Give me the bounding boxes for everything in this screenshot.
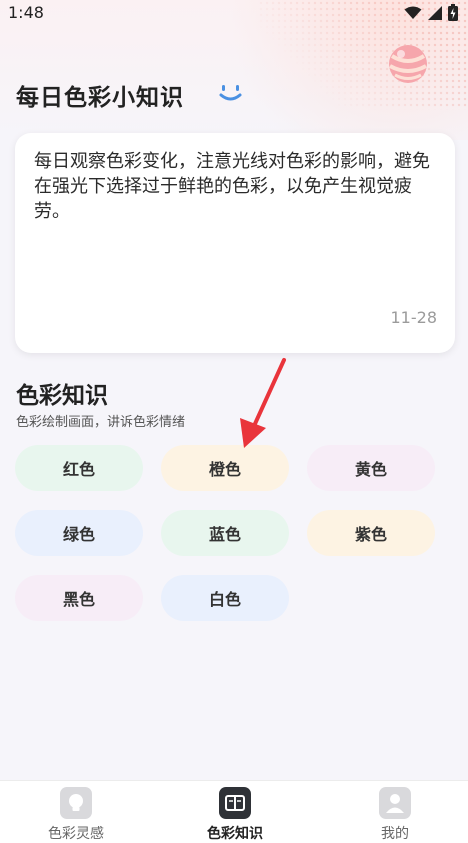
section-subtitle: 色彩绘制画面，讲诉色彩情绪: [16, 415, 186, 430]
daily-tip-date: 11-28: [390, 308, 438, 327]
battery-icon: [448, 4, 458, 21]
signal-icon: [428, 5, 442, 20]
color-chip-purple[interactable]: 紫色: [307, 510, 435, 556]
color-chip-yellow[interactable]: 黄色: [307, 445, 435, 491]
nav-label-inspiration: 色彩灵感: [48, 826, 104, 842]
status-icons: [404, 4, 458, 21]
nav-label-knowledge: 色彩知识: [207, 826, 263, 842]
lightbulb-icon: [60, 787, 92, 819]
nav-item-inspiration[interactable]: 色彩灵感: [26, 787, 126, 843]
annotation-arrow-icon: [240, 358, 286, 448]
wifi-icon: [404, 6, 422, 19]
person-icon: [379, 787, 411, 819]
daily-tip-text: 每日观察色彩变化，注意光线对色彩的影响，避免在强光下选择过于鲜艳的色彩，以免产生…: [34, 151, 430, 222]
decorative-ball-icon: [389, 45, 427, 83]
page-title: 每日色彩小知识: [16, 85, 184, 111]
status-bar: 1:48: [0, 0, 468, 26]
nav-item-mine[interactable]: 我的: [345, 787, 445, 843]
bottom-nav: 色彩灵感 色彩知识 我的: [0, 780, 468, 843]
smile-icon: [219, 85, 242, 101]
book-icon: [219, 787, 251, 819]
color-chip-black[interactable]: 黑色: [15, 575, 143, 621]
nav-label-mine: 我的: [381, 826, 409, 842]
section-title: 色彩知识: [16, 383, 108, 409]
color-chip-blue[interactable]: 蓝色: [161, 510, 289, 556]
status-time: 1:48: [8, 3, 44, 22]
color-chip-green[interactable]: 绿色: [15, 510, 143, 556]
color-chip-white[interactable]: 白色: [161, 575, 289, 621]
daily-tip-card: 每日观察色彩变化，注意光线对色彩的影响，避免在强光下选择过于鲜艳的色彩，以免产生…: [15, 133, 455, 353]
color-chip-red[interactable]: 红色: [15, 445, 143, 491]
nav-item-knowledge[interactable]: 色彩知识: [185, 787, 285, 843]
